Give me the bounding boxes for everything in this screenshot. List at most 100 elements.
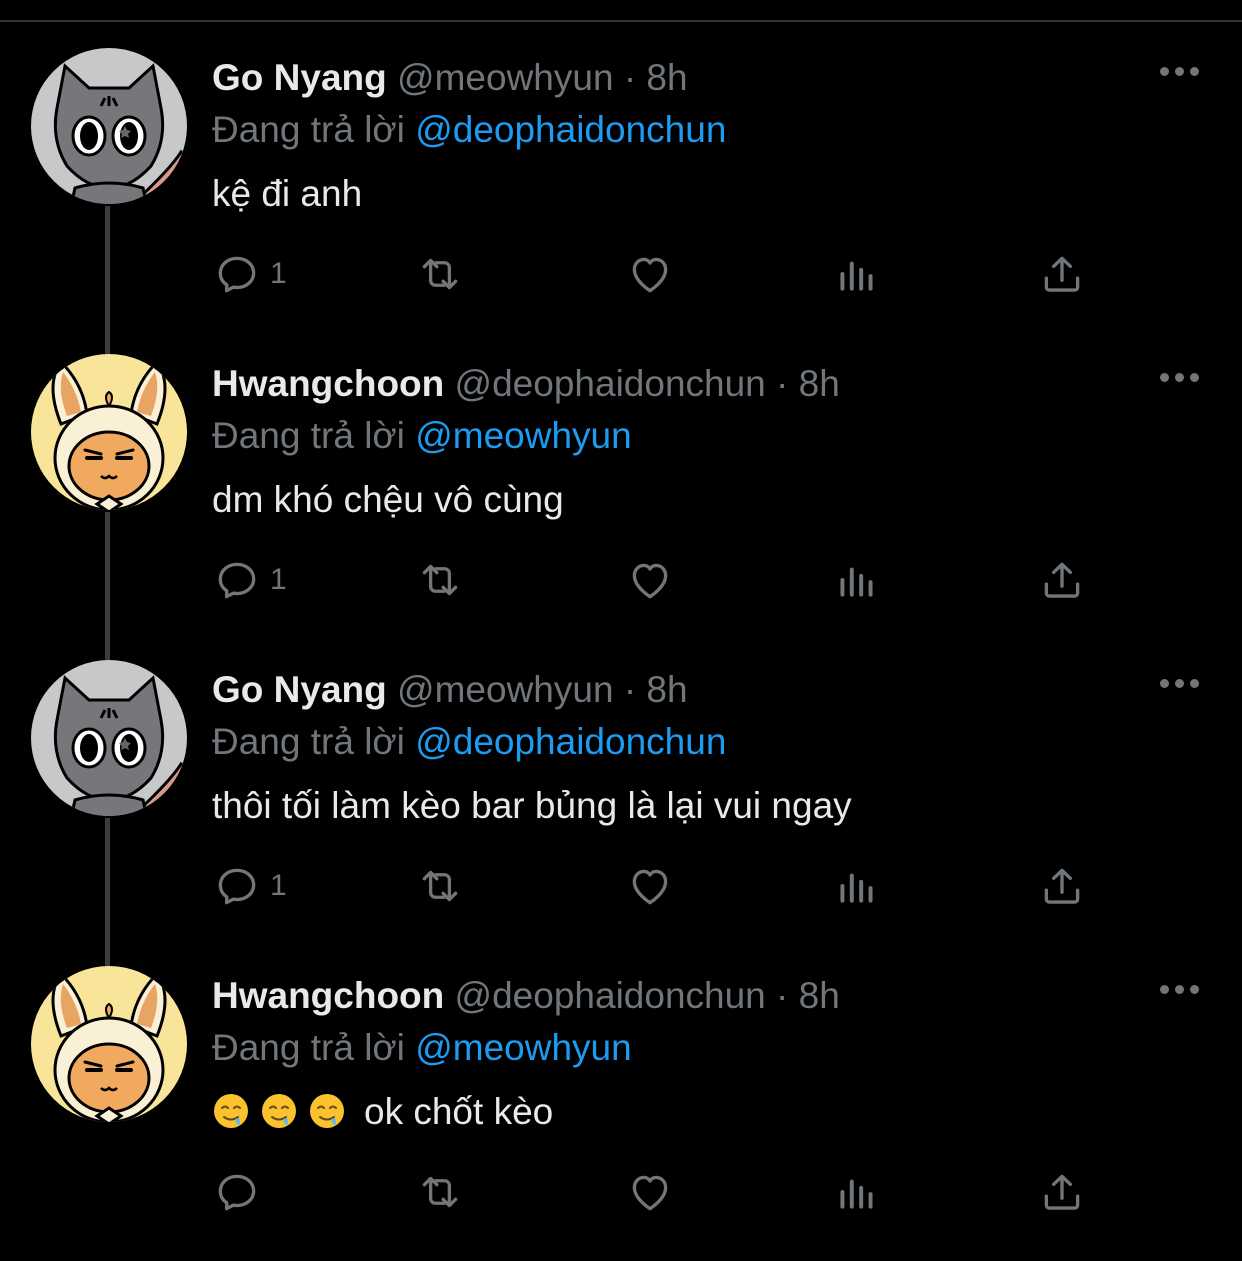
reply-icon bbox=[218, 1174, 256, 1211]
action-bar: 1 bbox=[212, 246, 1212, 306]
drooling-face-icon bbox=[262, 1094, 296, 1128]
tweet-text-content: kệ đi anh bbox=[212, 173, 363, 214]
user-handle[interactable]: @meowhyun bbox=[397, 57, 614, 98]
retweet-icon bbox=[422, 870, 458, 902]
more-icon[interactable] bbox=[1158, 980, 1202, 1000]
retweet-button[interactable] bbox=[415, 1164, 465, 1220]
tweet[interactable]: Go Nyang @meowhyun · 8h Đang trả lời @de… bbox=[0, 636, 1242, 968]
reply-count: 1 bbox=[270, 257, 287, 290]
cat-illustration bbox=[31, 660, 187, 816]
tweet-text: ok chốt kèo bbox=[212, 1090, 553, 1134]
user-handle[interactable]: @deophaidonchun bbox=[455, 975, 766, 1016]
views-icon bbox=[840, 567, 873, 597]
retweet-button[interactable] bbox=[415, 246, 465, 302]
timestamp[interactable]: 8h bbox=[646, 669, 687, 710]
like-button[interactable] bbox=[625, 552, 675, 608]
share-button[interactable] bbox=[1037, 246, 1087, 302]
retweet-button[interactable] bbox=[415, 552, 465, 608]
views-button[interactable] bbox=[832, 246, 882, 302]
action-bar bbox=[212, 1164, 1212, 1224]
reply-icon bbox=[218, 256, 256, 293]
cat-avatar[interactable] bbox=[31, 48, 187, 204]
tweet[interactable]: Hwangchoon @deophaidonchun · 8h Đang trả… bbox=[0, 330, 1242, 662]
action-bar: 1 bbox=[212, 858, 1212, 918]
mention-link[interactable]: @deophaidonchun bbox=[415, 109, 726, 150]
cat-avatar[interactable] bbox=[31, 660, 187, 816]
share-icon bbox=[1044, 1174, 1080, 1210]
separator-dot: · bbox=[776, 975, 789, 1016]
timestamp[interactable]: 8h bbox=[799, 975, 840, 1016]
reply-button[interactable]: 1 bbox=[212, 246, 287, 302]
drooling-face-icon bbox=[310, 1094, 344, 1128]
bunny-avatar[interactable] bbox=[31, 354, 187, 510]
replying-to: Đang trả lời @deophaidonchun bbox=[212, 108, 726, 152]
views-button[interactable] bbox=[832, 858, 882, 914]
reply-icon bbox=[218, 562, 256, 599]
separator-dot: · bbox=[623, 669, 637, 710]
display-name[interactable]: Go Nyang bbox=[212, 669, 387, 710]
views-icon bbox=[840, 1179, 873, 1209]
bunny-avatar[interactable] bbox=[31, 966, 187, 1122]
views-button[interactable] bbox=[832, 552, 882, 608]
tweet-text-content: ok chốt kèo bbox=[364, 1091, 554, 1132]
more-icon[interactable] bbox=[1158, 674, 1202, 694]
replying-to: Đang trả lời @deophaidonchun bbox=[212, 720, 726, 764]
tweet[interactable]: Go Nyang @meowhyun · 8h Đang trả lời @de… bbox=[0, 24, 1242, 356]
display-name[interactable]: Hwangchoon bbox=[212, 363, 444, 404]
share-button[interactable] bbox=[1037, 858, 1087, 914]
share-button[interactable] bbox=[1037, 552, 1087, 608]
like-icon bbox=[632, 1175, 668, 1211]
like-button[interactable] bbox=[625, 858, 675, 914]
like-icon bbox=[632, 563, 668, 599]
retweet-icon bbox=[422, 258, 458, 290]
user-handle[interactable]: @meowhyun bbox=[397, 669, 614, 710]
tweet-header: Go Nyang @meowhyun · 8h bbox=[212, 668, 688, 712]
share-icon bbox=[1044, 868, 1080, 904]
bunny-illustration bbox=[31, 354, 187, 510]
replying-to-label: Đang trả lời bbox=[212, 109, 405, 150]
mention-link[interactable]: @deophaidonchun bbox=[415, 721, 726, 762]
reply-button[interactable]: 1 bbox=[212, 552, 287, 608]
more-icon[interactable] bbox=[1158, 62, 1202, 82]
retweet-icon bbox=[422, 1176, 458, 1208]
like-icon bbox=[632, 869, 668, 905]
separator-dot: · bbox=[623, 57, 637, 98]
retweet-button[interactable] bbox=[415, 858, 465, 914]
reply-count: 1 bbox=[270, 869, 287, 902]
views-icon bbox=[840, 873, 873, 903]
replying-to-label: Đang trả lời bbox=[212, 721, 405, 762]
retweet-icon bbox=[422, 564, 458, 596]
views-button[interactable] bbox=[832, 1164, 882, 1220]
replying-to: Đang trả lời @meowhyun bbox=[212, 1026, 632, 1070]
replying-to-label: Đang trả lời bbox=[212, 1027, 405, 1068]
reply-icon bbox=[218, 868, 256, 905]
reply-count: 1 bbox=[270, 563, 287, 596]
tweet-text-content: thôi tối làm kèo bar bủng là lại vui nga… bbox=[212, 785, 852, 826]
display-name[interactable]: Go Nyang bbox=[212, 57, 387, 98]
more-icon[interactable] bbox=[1158, 368, 1202, 388]
like-button[interactable] bbox=[625, 1164, 675, 1220]
reply-button[interactable]: 1 bbox=[212, 858, 287, 914]
share-button[interactable] bbox=[1037, 1164, 1087, 1220]
cat-illustration bbox=[31, 48, 187, 204]
views-icon bbox=[840, 261, 873, 291]
tweet-text: dm khó chệu vô cùng bbox=[212, 478, 564, 522]
tweet-text: kệ đi anh bbox=[212, 172, 362, 216]
drooling-face-icon bbox=[214, 1094, 248, 1128]
tweet[interactable]: Hwangchoon @deophaidonchun · 8h Đang trả… bbox=[0, 942, 1242, 1248]
mention-link[interactable]: @meowhyun bbox=[415, 1027, 632, 1068]
timestamp[interactable]: 8h bbox=[646, 57, 687, 98]
replying-to: Đang trả lời @meowhyun bbox=[212, 414, 632, 458]
top-divider bbox=[0, 0, 1242, 22]
tweet-text: thôi tối làm kèo bar bủng là lại vui nga… bbox=[212, 784, 852, 828]
bunny-illustration bbox=[31, 966, 187, 1122]
user-handle[interactable]: @deophaidonchun bbox=[455, 363, 766, 404]
share-icon bbox=[1044, 256, 1080, 292]
timestamp[interactable]: 8h bbox=[799, 363, 840, 404]
tweet-header: Hwangchoon @deophaidonchun · 8h bbox=[212, 362, 840, 406]
reply-button[interactable] bbox=[212, 1164, 270, 1220]
display-name[interactable]: Hwangchoon bbox=[212, 975, 444, 1016]
separator-dot: · bbox=[776, 363, 789, 404]
like-button[interactable] bbox=[625, 246, 675, 302]
mention-link[interactable]: @meowhyun bbox=[415, 415, 632, 456]
